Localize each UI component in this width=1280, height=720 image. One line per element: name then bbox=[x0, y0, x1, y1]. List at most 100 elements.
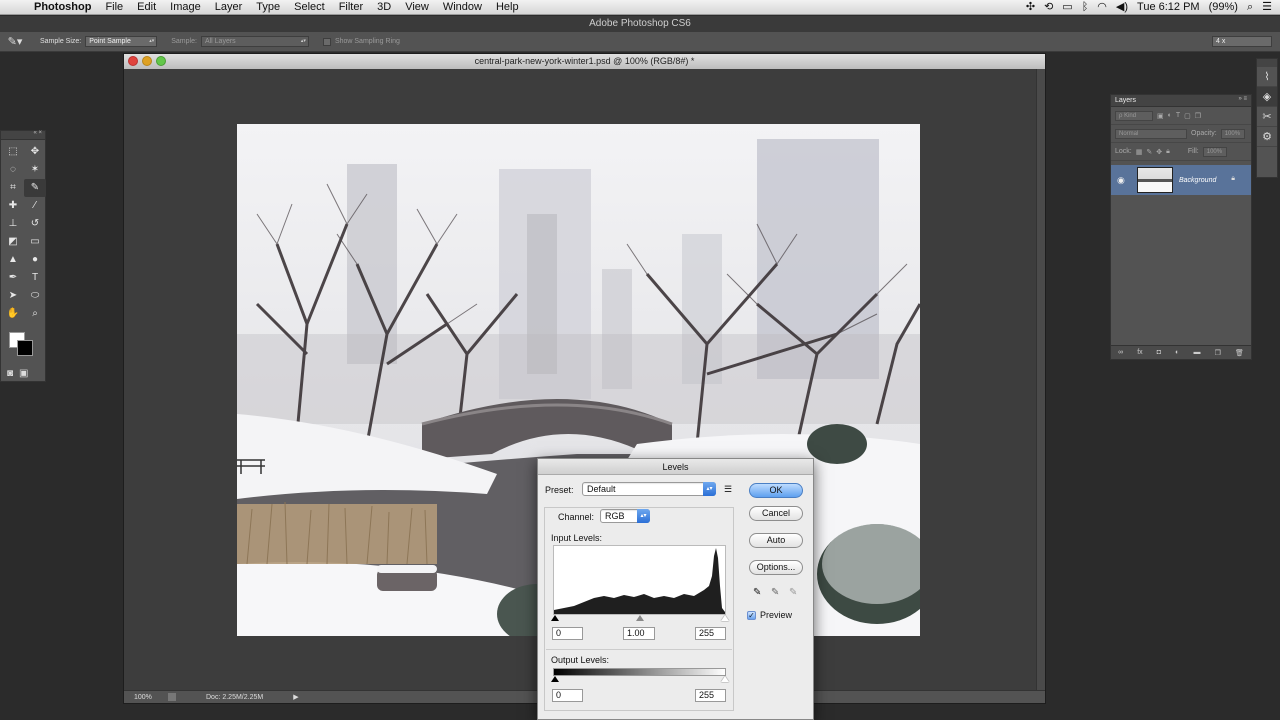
menu-filter[interactable]: Filter bbox=[332, 0, 370, 15]
clock-label[interactable]: Tue 6:12 PM bbox=[1137, 0, 1200, 15]
background-color-swatch[interactable] bbox=[17, 340, 33, 356]
menu-type[interactable]: Type bbox=[249, 0, 287, 15]
output-black-slider[interactable] bbox=[551, 676, 559, 682]
options-button[interactable]: Options... bbox=[749, 560, 803, 575]
layer-name[interactable]: Background bbox=[1179, 177, 1216, 184]
menu-file[interactable]: File bbox=[98, 0, 130, 15]
zoom-window-button[interactable] bbox=[156, 56, 166, 66]
color-swatches[interactable] bbox=[7, 332, 45, 364]
vertical-scrollbar[interactable] bbox=[1036, 69, 1045, 691]
preset-select[interactable]: Default ▴▾ bbox=[582, 482, 716, 496]
zoom-level[interactable]: 100% bbox=[124, 694, 164, 701]
input-gamma-field[interactable]: 1.00 bbox=[623, 627, 655, 640]
menu-photoshop[interactable]: Photoshop bbox=[30, 0, 98, 15]
tools-preset-icon[interactable]: ✂ bbox=[1257, 107, 1277, 127]
layers-panel-icon[interactable]: ◈ bbox=[1257, 87, 1277, 107]
quick-mask-icon[interactable]: ◙ bbox=[7, 368, 13, 379]
layer-row-background[interactable]: ◉ Background 🔒︎ bbox=[1111, 165, 1251, 195]
menu-layer[interactable]: Layer bbox=[208, 0, 250, 15]
document-title-bar[interactable]: central-park-new-york-winter1.psd @ 100%… bbox=[124, 54, 1045, 69]
eye-icon[interactable]: ◉ bbox=[1117, 175, 1131, 186]
shape-tool-icon[interactable]: ⬭ bbox=[24, 287, 46, 305]
menu-edit[interactable]: Edit bbox=[130, 0, 163, 15]
new-layer-icon[interactable]: ❐ bbox=[1215, 349, 1221, 357]
delete-layer-icon[interactable]: 🗑︎ bbox=[1235, 349, 1244, 357]
zoom-tool-icon[interactable]: ⌕ bbox=[24, 305, 46, 323]
battery-label[interactable]: (99%) bbox=[1209, 0, 1238, 15]
pen-tool-icon[interactable]: ✒ bbox=[2, 269, 24, 287]
filter-smart-icon[interactable]: ❐ bbox=[1195, 112, 1201, 120]
workspace-select[interactable]: 4 x bbox=[1212, 36, 1272, 47]
magic-wand-tool-icon[interactable]: ✶ bbox=[24, 161, 46, 179]
link-layers-icon[interactable]: ∞ bbox=[1118, 349, 1123, 356]
type-tool-icon[interactable]: T bbox=[24, 269, 46, 287]
adjustments-panel-icon[interactable]: ⚙ bbox=[1257, 127, 1277, 147]
channel-select[interactable]: RGB ▴▾ bbox=[600, 509, 650, 523]
show-ring-checkbox[interactable] bbox=[322, 37, 331, 46]
output-white-field[interactable]: 255 bbox=[695, 689, 726, 702]
sample-size-select[interactable]: Point Sample bbox=[85, 36, 158, 47]
new-group-icon[interactable]: ▬ bbox=[1193, 349, 1200, 356]
status-share-icon[interactable] bbox=[168, 693, 176, 701]
minimize-window-button[interactable] bbox=[142, 56, 152, 66]
input-gamma-slider[interactable] bbox=[636, 615, 644, 621]
screen-mode-icon[interactable]: ▣ bbox=[19, 368, 28, 379]
marquee-tool-icon[interactable]: ⬚ bbox=[2, 143, 24, 161]
volume-icon[interactable]: ◀) bbox=[1116, 0, 1128, 15]
list-icon[interactable]: ☰ bbox=[1262, 0, 1272, 15]
white-point-eyedropper-icon[interactable]: ✎ bbox=[789, 587, 797, 598]
dock-header[interactable] bbox=[1257, 59, 1277, 67]
script-icon[interactable]: ✣ bbox=[1026, 0, 1035, 15]
menu-select[interactable]: Select bbox=[287, 0, 332, 15]
wifi-icon[interactable]: ◠ bbox=[1097, 0, 1107, 15]
menu-help[interactable]: Help bbox=[489, 0, 526, 15]
brush-tool-icon[interactable]: ⁄ bbox=[24, 197, 46, 215]
lock-transparent-icon[interactable]: ▦ bbox=[1136, 148, 1143, 156]
filter-adjust-icon[interactable]: ◐ bbox=[1168, 112, 1172, 119]
preset-options-icon[interactable]: ☰ bbox=[724, 484, 732, 495]
dodge-tool-icon[interactable]: ● bbox=[24, 251, 46, 269]
menu-3d[interactable]: 3D bbox=[370, 0, 398, 15]
preview-checkbox[interactable]: ✓ bbox=[747, 611, 756, 620]
lock-all-icon[interactable]: 🔒︎ bbox=[1166, 148, 1170, 156]
menu-window[interactable]: Window bbox=[436, 0, 489, 15]
histogram-panel-icon[interactable]: ⌇ bbox=[1257, 67, 1277, 87]
layer-kind-filter[interactable]: ρ Kind bbox=[1115, 110, 1153, 121]
eyedropper-icon[interactable]: ✎▾ bbox=[0, 35, 30, 49]
fill-field[interactable]: 100% bbox=[1202, 146, 1227, 157]
menu-view[interactable]: View bbox=[398, 0, 436, 15]
hand-tool-icon[interactable]: ✋ bbox=[2, 305, 24, 323]
ok-button[interactable]: OK bbox=[749, 483, 803, 498]
status-menu-arrow-icon[interactable]: ▶ bbox=[293, 693, 298, 701]
input-white-slider[interactable] bbox=[721, 615, 729, 621]
crop-tool-icon[interactable]: ⌗ bbox=[2, 179, 24, 197]
search-icon[interactable]: ⌕ bbox=[1247, 0, 1253, 15]
eraser-tool-icon[interactable]: ◩ bbox=[2, 233, 24, 251]
new-adjustment-icon[interactable]: ◐ bbox=[1175, 349, 1179, 356]
eyedropper-tool-icon[interactable]: ✎ bbox=[24, 179, 46, 197]
blend-mode-select[interactable]: Normal bbox=[1115, 128, 1187, 139]
lock-pixels-icon[interactable]: ✎ bbox=[1146, 148, 1152, 156]
history-brush-icon[interactable]: ↺ bbox=[24, 215, 46, 233]
output-black-field[interactable]: 0 bbox=[552, 689, 583, 702]
filter-type-icon[interactable]: T bbox=[1176, 112, 1180, 119]
close-window-button[interactable] bbox=[128, 56, 138, 66]
bluetooth-icon[interactable]: ᛒ bbox=[1082, 0, 1089, 15]
healing-tool-icon[interactable]: ✚ bbox=[2, 197, 24, 215]
add-mask-icon[interactable]: ◘ bbox=[1157, 349, 1161, 356]
black-point-eyedropper-icon[interactable]: ✎ bbox=[753, 587, 761, 598]
gray-point-eyedropper-icon[interactable]: ✎ bbox=[771, 587, 779, 598]
input-black-slider[interactable] bbox=[551, 615, 559, 621]
move-tool-icon[interactable]: ✥ bbox=[24, 143, 46, 161]
display-icon[interactable]: ▭ bbox=[1062, 0, 1072, 15]
layer-style-icon[interactable]: fx bbox=[1137, 349, 1142, 356]
output-white-slider[interactable] bbox=[721, 676, 729, 682]
layers-tab[interactable]: Layers bbox=[1115, 97, 1136, 104]
stamp-tool-icon[interactable]: ⊥ bbox=[2, 215, 24, 233]
input-white-field[interactable]: 255 bbox=[695, 627, 726, 640]
gradient-tool-icon[interactable]: ▭ bbox=[24, 233, 46, 251]
filter-shape-icon[interactable]: ▢ bbox=[1184, 112, 1191, 120]
timemachine-icon[interactable]: ⟲ bbox=[1044, 0, 1053, 15]
filter-pixel-icon[interactable]: ▣ bbox=[1157, 112, 1164, 120]
cancel-button[interactable]: Cancel bbox=[749, 506, 803, 521]
